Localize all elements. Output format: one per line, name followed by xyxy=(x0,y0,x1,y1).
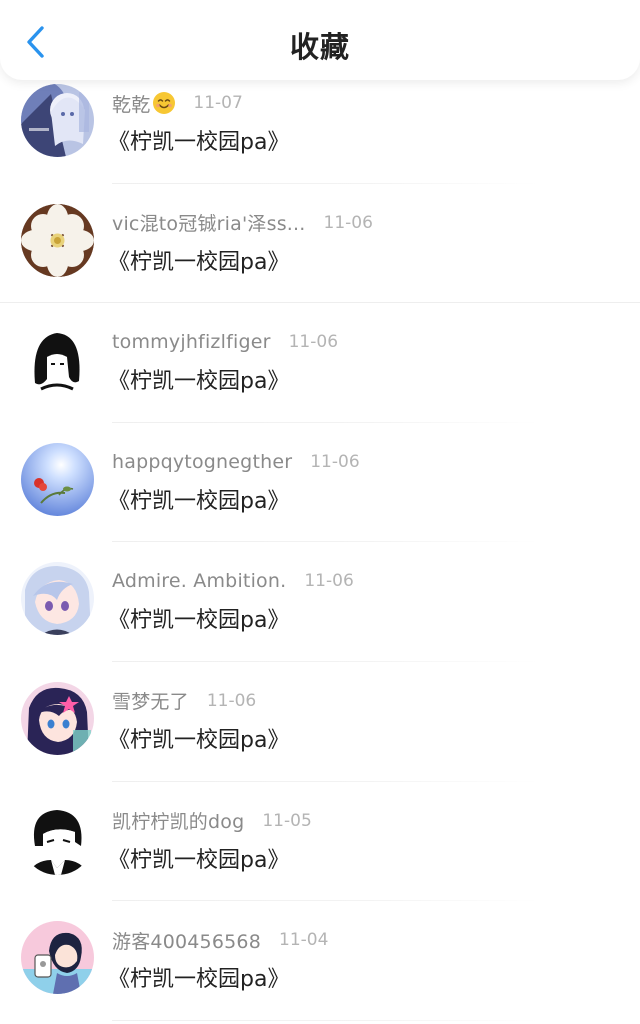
favorite-title[interactable]: 《柠凯一校园pa》 xyxy=(108,602,289,634)
item-meta: happqytognegther 11-06 xyxy=(112,449,360,475)
author-name[interactable]: tommyjhfizlfiger xyxy=(112,331,271,353)
favorites-list: 乾乾 11-07 《柠凯一校园pa》 vic混to冠铖ria'泽ss... 11… xyxy=(0,64,640,1021)
avatar[interactable] xyxy=(21,84,94,157)
item-meta: 凯柠柠凯的dog 11-05 xyxy=(112,808,312,834)
item-meta: 游客400456568 11-04 xyxy=(112,927,328,953)
favorite-title[interactable]: 《柠凯一校园pa》 xyxy=(108,244,289,276)
divider xyxy=(112,1019,540,1021)
author-name[interactable]: Admire. Ambition. xyxy=(112,570,286,592)
list-item[interactable]: vic混to冠铖ria'泽ss... 11-06 《柠凯一校园pa》 xyxy=(0,184,640,304)
author-name[interactable]: vic混to冠铖ria'泽ss... xyxy=(112,209,306,236)
item-meta: vic混to冠铖ria'泽ss... 11-06 xyxy=(112,210,373,236)
author-name[interactable]: 乾乾 xyxy=(112,90,150,117)
list-item[interactable]: 游客400456568 11-04 《柠凯一校园pa》 xyxy=(0,901,640,1021)
item-meta: Admire. Ambition. 11-06 xyxy=(112,568,354,594)
list-item[interactable]: 凯柠柠凯的dog 11-05 《柠凯一校园pa》 xyxy=(0,782,640,902)
favorite-title[interactable]: 《柠凯一校园pa》 xyxy=(108,961,289,993)
post-date: 11-07 xyxy=(193,93,243,113)
author-name[interactable]: 游客400456568 xyxy=(112,927,261,954)
post-date: 11-06 xyxy=(206,690,257,711)
post-date: 11-06 xyxy=(304,571,354,592)
author-name[interactable]: happqytognegther xyxy=(112,451,292,473)
favorite-title[interactable]: 《柠凯一校园pa》 xyxy=(108,483,289,515)
top-bar: 收藏 xyxy=(0,0,640,80)
favorite-title[interactable]: 《柠凯一校园pa》 xyxy=(108,363,289,395)
list-item[interactable]: 乾乾 11-07 《柠凯一校园pa》 xyxy=(0,64,640,184)
favorites-page: 收藏 乾乾 11-07 《柠凯一校园pa》 vic混to冠铖ria'泽ss...… xyxy=(0,0,640,1024)
avatar[interactable] xyxy=(21,562,94,636)
post-date: 11-06 xyxy=(288,332,339,353)
favorite-title[interactable]: 《柠凯一校园pa》 xyxy=(108,722,289,754)
item-meta: 雪梦无了 11-06 xyxy=(112,688,256,714)
author-name[interactable]: 雪梦无了 xyxy=(112,687,189,714)
avatar[interactable] xyxy=(21,801,94,875)
list-item[interactable]: tommyjhfizlfiger 11-06 《柠凯一校园pa》 xyxy=(0,303,640,423)
list-item[interactable]: happqytognegther 11-06 《柠凯一校园pa》 xyxy=(0,423,640,543)
avatar[interactable] xyxy=(21,681,94,755)
favorite-title[interactable]: 《柠凯一校园pa》 xyxy=(108,842,289,874)
avatar[interactable] xyxy=(21,323,94,397)
page-title: 收藏 xyxy=(289,30,350,64)
post-date: 11-06 xyxy=(323,212,373,233)
post-date: 11-06 xyxy=(310,451,360,472)
item-meta: tommyjhfizlfiger 11-06 xyxy=(112,329,338,355)
avatar[interactable] xyxy=(21,203,94,277)
item-meta: 乾乾 11-07 xyxy=(112,90,243,116)
favorite-title[interactable]: 《柠凯一校园pa》 xyxy=(108,124,289,156)
avatar[interactable] xyxy=(21,921,94,995)
list-item[interactable]: Admire. Ambition. 11-06 《柠凯一校园pa》 xyxy=(0,542,640,662)
avatar[interactable] xyxy=(21,442,94,516)
author-name[interactable]: 凯柠柠凯的dog xyxy=(112,807,244,834)
post-date: 11-05 xyxy=(262,810,312,831)
post-date: 11-04 xyxy=(279,930,329,951)
list-item[interactable]: 雪梦无了 11-06 《柠凯一校园pa》 xyxy=(0,662,640,782)
smiling-face-icon xyxy=(153,92,176,114)
